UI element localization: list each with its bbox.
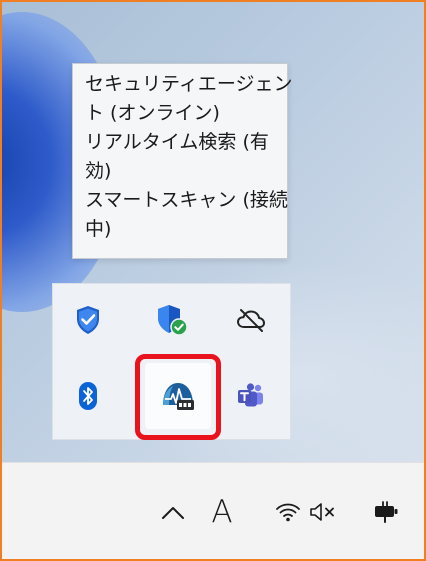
tray-tile-security-agent[interactable] xyxy=(142,290,202,350)
teams-icon xyxy=(238,383,263,407)
tooltip-line: ト (オンライン) xyxy=(85,102,220,124)
tooltip-line: スマートスキャン (接続 xyxy=(85,189,288,211)
battery-charging-icon xyxy=(375,501,398,523)
tooltip-line: 中) xyxy=(85,218,112,240)
tooltip-line: 効) xyxy=(85,160,112,182)
volume-muted-icon xyxy=(310,503,334,521)
cloud-offline-icon xyxy=(237,309,265,332)
show-hidden-icons-button[interactable] xyxy=(153,493,193,533)
windows-security-shield-icon xyxy=(77,306,99,334)
chevron-up-icon xyxy=(162,507,184,519)
ime-mode-label: A xyxy=(211,494,233,530)
tray-tile-bluetooth[interactable] xyxy=(58,366,118,426)
wifi-icon xyxy=(276,503,300,522)
taskbar: A xyxy=(2,462,424,559)
battery-button[interactable] xyxy=(370,495,404,529)
tray-tile-cloud-offline[interactable] xyxy=(221,290,281,350)
tooltip-line: セキュリティエージェン xyxy=(85,73,293,95)
tray-tile-teams[interactable] xyxy=(221,366,281,426)
network-button[interactable] xyxy=(272,495,304,529)
volume-button[interactable] xyxy=(306,495,340,529)
red-highlight-box xyxy=(135,354,221,440)
tray-tooltip: セキュリティエージェン ト (オンライン) リアルタイム検索 (有 効) スマー… xyxy=(72,63,293,259)
tray-tile-windows-security[interactable] xyxy=(58,290,118,350)
screenshot-frame: セキュリティエージェン ト (オンライン) リアルタイム検索 (有 効) スマー… xyxy=(0,0,426,561)
bluetooth-icon xyxy=(79,382,97,410)
tooltip-line: リアルタイム検索 (有 xyxy=(85,131,269,153)
security-agent-shield-check-icon xyxy=(158,305,188,336)
ime-mode-indicator[interactable]: A xyxy=(202,490,242,534)
